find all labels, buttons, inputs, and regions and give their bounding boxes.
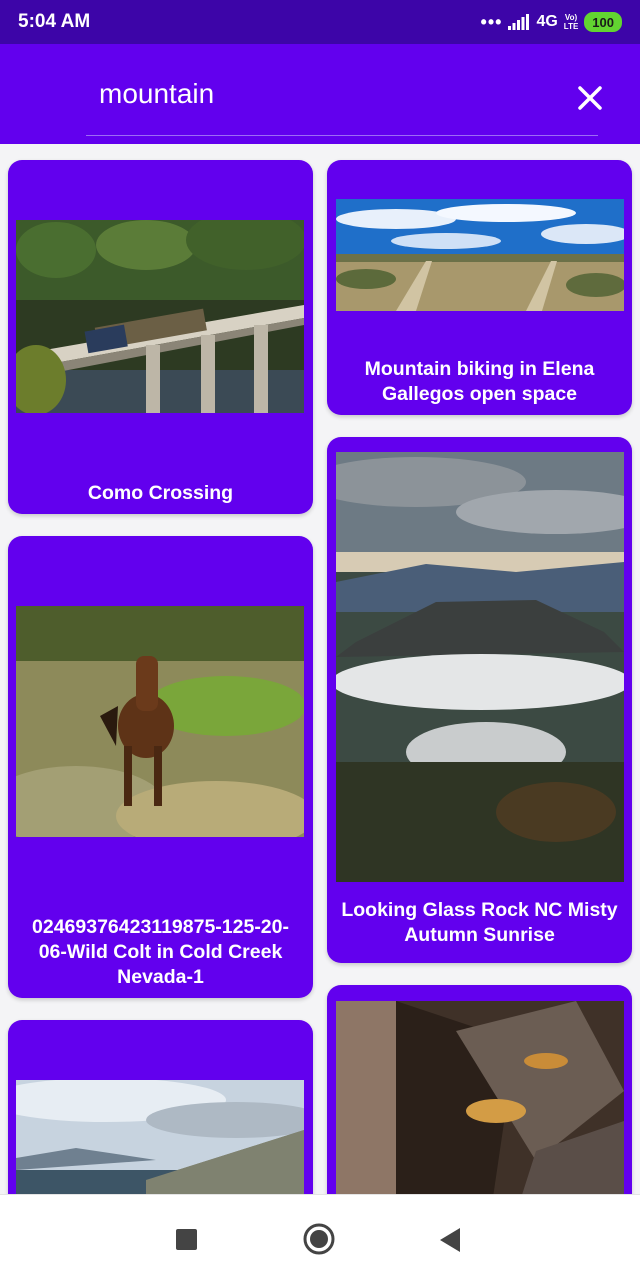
results-grid[interactable]: Como Crossing Mountain biking in Elena G… <box>0 144 640 1194</box>
result-thumbnail <box>336 1001 624 1194</box>
result-thumbnail <box>16 606 304 837</box>
result-thumbnail <box>336 452 624 882</box>
result-card[interactable] <box>327 985 632 1194</box>
volte-indicator: Vo) LTE <box>564 13 579 31</box>
close-icon <box>578 86 602 110</box>
battery-icon: 100 <box>584 12 622 32</box>
result-card[interactable]: Looking Glass Rock NC Misty Autumn Sunri… <box>327 437 632 963</box>
search-input[interactable]: mountain <box>99 78 214 110</box>
triangle-back-icon[interactable] <box>438 1227 462 1253</box>
network-type: 4G <box>536 13 558 30</box>
status-time: 5:04 AM <box>18 11 91 32</box>
result-title: Looking Glass Rock NC Misty Autumn Sunri… <box>341 899 618 946</box>
result-thumbnail <box>336 199 624 311</box>
signal-icon <box>508 14 530 30</box>
system-nav-bar <box>0 1194 640 1281</box>
notification-dots: ••• <box>480 12 503 32</box>
volte-bottom: LTE <box>563 22 579 31</box>
result-title: Como Crossing <box>87 482 234 504</box>
result-card[interactable]: Como Crossing <box>8 160 313 514</box>
clear-search-button[interactable] <box>568 76 612 120</box>
result-thumbnail <box>16 220 304 413</box>
battery-level: 100 <box>592 14 614 30</box>
result-card[interactable]: Mountain biking in Elena Gallegos open s… <box>327 160 632 415</box>
search-underline <box>86 135 598 136</box>
result-card[interactable] <box>8 1020 313 1194</box>
circle-icon[interactable] <box>303 1223 335 1255</box>
result-card[interactable]: 02469376423119875-125-20-06-Wild Colt in… <box>8 536 313 998</box>
volte-top: Vo) <box>564 13 578 22</box>
status-icons: ••• 4G Vo) LTE 100 <box>481 10 622 34</box>
result-title: Mountain biking in Elena Gallegos open s… <box>364 358 595 405</box>
square-icon[interactable] <box>176 1229 197 1250</box>
result-thumbnail <box>16 1080 304 1194</box>
status-bar: 5:04 AM ••• 4G Vo) LTE 100 <box>0 0 640 44</box>
result-title: 02469376423119875-125-20-06-Wild Colt in… <box>32 916 289 988</box>
search-app-bar: mountain <box>0 44 640 144</box>
